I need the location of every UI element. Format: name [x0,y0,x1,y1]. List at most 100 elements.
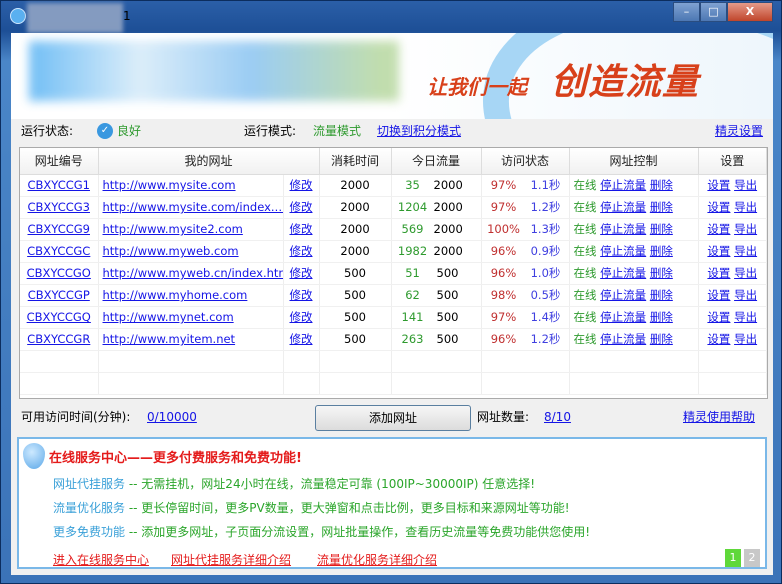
maximize-button[interactable]: □ [700,2,727,22]
url-link[interactable]: http://www.mysite.com [103,178,236,192]
export-link[interactable]: 导出 [734,244,757,258]
table-row[interactable]: CBXYCCG1 http://www.mysite.com 修改 2000 35 200… [20,174,768,197]
stop-traffic-link[interactable]: 停止流量 [600,288,646,302]
stop-traffic-link[interactable]: 停止流量 [600,222,646,236]
url-link[interactable]: http://www.myweb.cn/index.htm [103,266,283,280]
delete-link[interactable]: 删除 [650,200,673,214]
setting-link[interactable]: 设置 [707,244,730,258]
url-id-link[interactable]: CBXYCCGO [27,266,91,280]
delete-link[interactable]: 删除 [650,244,673,258]
edit-link[interactable]: 修改 [290,266,313,280]
header-settings[interactable]: 设置 [698,148,768,175]
optimization-service-link[interactable]: 流量优化服务详细介绍 [317,551,437,568]
table-cell: 在线 停止流量 删除 [569,174,699,197]
url-id-link[interactable]: CBXYCCGR [27,332,90,346]
setting-link[interactable]: 设置 [707,266,730,280]
help-link[interactable]: 精灵使用帮助 [683,405,755,429]
service-name[interactable]: 更多免费功能 [53,525,125,539]
service-desc: -- 更长停留时间，更多PV数量，更大弹窗和点击比例，更多目标和来源网址等功能! [125,501,570,515]
delete-link[interactable]: 删除 [650,332,673,346]
table-row[interactable]: CBXYCCGO http://www.myweb.cn/index.htm 修改 5… [20,262,768,285]
title-bar[interactable]: 1 – □ X [1,1,781,33]
table-cell: http://www.mynet.com [98,306,284,329]
table-row[interactable]: CBXYCCGR http://www.myitem.net 修改 500 263 500… [20,328,768,351]
hosting-service-link[interactable]: 网址代挂服务详细介绍 [171,551,291,568]
table-row[interactable]: CBXYCCG9 http://www.mysite2.com 修改 2000 569 2… [20,218,768,241]
table-row[interactable]: CBXYCCGQ http://www.mynet.com 修改 500 141 500 9… [20,306,768,329]
url-id-link[interactable]: CBXYCCGC [27,244,90,258]
edit-link[interactable]: 修改 [290,310,313,324]
page-1-button[interactable]: 1 [725,549,741,567]
switch-mode-link[interactable]: 切换到积分模式 [377,121,461,141]
url-id-link[interactable]: CBXYCCGP [28,288,90,302]
today-traffic: 35 [405,178,420,192]
setting-link[interactable]: 设置 [707,288,730,302]
success-rate: 97% [490,178,517,192]
setting-link[interactable]: 设置 [707,200,730,214]
edit-link[interactable]: 修改 [290,222,313,236]
service-name[interactable]: 流量优化服务 [53,501,125,515]
edit-link[interactable]: 修改 [290,332,313,346]
success-rate: 96% [490,244,517,258]
close-button[interactable]: X [727,2,773,22]
stop-traffic-link[interactable]: 停止流量 [600,266,646,280]
header-url[interactable]: 我的网址 [98,148,320,175]
url-link[interactable]: http://www.mysite2.com [103,222,243,236]
edit-link[interactable]: 修改 [290,200,313,214]
url-link[interactable]: http://www.mynet.com [103,310,234,324]
url-link[interactable]: http://www.myitem.net [103,332,236,346]
edit-link[interactable]: 修改 [290,288,313,302]
time-value-link[interactable]: 0/10000 [147,405,197,429]
service-name[interactable]: 网址代挂服务 [53,477,125,491]
stop-traffic-link[interactable]: 停止流量 [600,178,646,192]
export-link[interactable]: 导出 [734,178,757,192]
stop-traffic-link[interactable]: 停止流量 [600,200,646,214]
setting-link[interactable]: 设置 [707,332,730,346]
url-id-link[interactable]: CBXYCCG3 [28,200,90,214]
url-link[interactable]: http://www.mysite.com/index.… [103,200,283,214]
edit-link[interactable]: 修改 [290,178,313,192]
status-bar: 运行状态: ✓ 良好 运行模式: 流量模式 切换到积分模式 精灵设置 [19,121,765,141]
header-time[interactable]: 消耗时间 [319,148,392,175]
setting-link[interactable]: 设置 [707,222,730,236]
table-cell: http://www.myhome.com [98,284,284,307]
url-id-link[interactable]: CBXYCCGQ [27,310,91,324]
stop-traffic-link[interactable]: 停止流量 [600,244,646,258]
settings-link[interactable]: 精灵设置 [715,121,763,141]
edit-link[interactable]: 修改 [290,244,313,258]
url-link[interactable]: http://www.myweb.com [103,244,239,258]
table-row[interactable]: CBXYCCGC http://www.myweb.com 修改 2000 1982 20… [20,240,768,263]
table-row[interactable]: CBXYCCG3 http://www.mysite.com/index.… 修改 2… [20,196,768,219]
url-id-link[interactable]: CBXYCCG1 [28,178,90,192]
add-url-button[interactable]: 添加网址 [315,405,471,431]
export-link[interactable]: 导出 [734,266,757,280]
header-id[interactable]: 网址编号 [20,148,99,175]
service-desc: -- 无需挂机，网址24小时在线，流量稳定可靠 (100IP~30000IP) … [125,477,536,491]
delete-link[interactable]: 删除 [650,288,673,302]
export-link[interactable]: 导出 [734,200,757,214]
delete-link[interactable]: 删除 [650,222,673,236]
export-link[interactable]: 导出 [734,332,757,346]
count-value-link[interactable]: 8/10 [544,405,571,429]
minimize-button[interactable]: – [673,2,700,22]
table-cell: 修改 [283,284,320,307]
header-status[interactable]: 访问状态 [481,148,570,175]
stop-traffic-link[interactable]: 停止流量 [600,332,646,346]
stop-traffic-link[interactable]: 停止流量 [600,310,646,324]
today-traffic: 263 [401,332,424,346]
url-id-link[interactable]: CBXYCCG9 [28,222,90,236]
delete-link[interactable]: 删除 [650,266,673,280]
delete-link[interactable]: 删除 [650,178,673,192]
export-link[interactable]: 导出 [734,222,757,236]
url-link[interactable]: http://www.myhome.com [103,288,248,302]
page-2-button[interactable]: 2 [744,549,760,567]
header-control[interactable]: 网址控制 [569,148,699,175]
table-row[interactable]: CBXYCCGP http://www.myhome.com 修改 500 62 500 9… [20,284,768,307]
setting-link[interactable]: 设置 [707,310,730,324]
header-today[interactable]: 今日流量 [391,148,482,175]
export-link[interactable]: 导出 [734,310,757,324]
enter-service-center-link[interactable]: 进入在线服务中心 [53,551,149,568]
delete-link[interactable]: 删除 [650,310,673,324]
export-link[interactable]: 导出 [734,288,757,302]
setting-link[interactable]: 设置 [707,178,730,192]
